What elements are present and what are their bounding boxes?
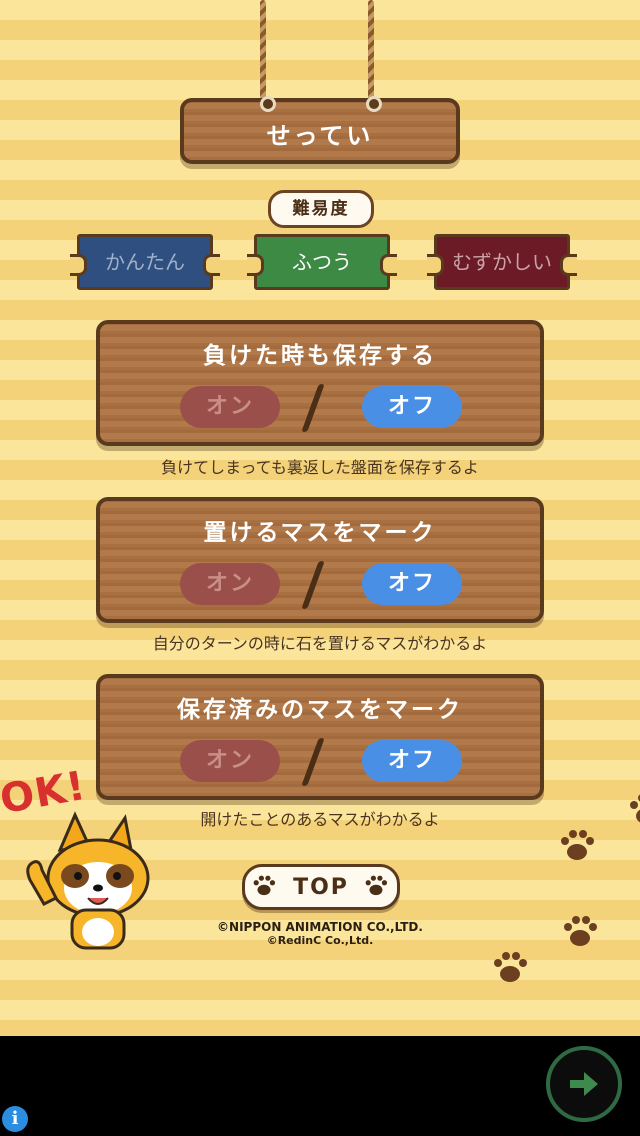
hanging-rope-left — [260, 0, 266, 100]
setting-panel-mark-saved: 保存済みのマスをマーク オン オフ — [96, 674, 544, 800]
on-button[interactable]: オン — [180, 386, 280, 428]
copyright-line-1: ©NIPPON ANIMATION CO.,LTD. — [217, 920, 423, 934]
paw-print-icon — [564, 916, 597, 946]
title-board: せってい — [180, 96, 460, 164]
raccoon-mascot-icon — [26, 811, 150, 950]
setting-title: 置けるマスをマーク — [203, 520, 437, 546]
divider-slash — [301, 738, 325, 786]
setting-panel-mark-placeable: 置けるマスをマーク オン オフ — [96, 497, 544, 623]
divider-slash — [301, 384, 325, 432]
on-button[interactable]: オン — [180, 563, 280, 605]
difficulty-easy-button[interactable]: かんたん — [70, 234, 220, 290]
paw-print-icon — [630, 794, 640, 823]
arrow-right-icon — [570, 1072, 598, 1096]
off-button[interactable]: オフ — [362, 386, 462, 428]
on-button[interactable]: オン — [180, 740, 280, 782]
difficulty-normal-button[interactable]: ふつう — [247, 234, 397, 290]
paw-right-icon — [365, 875, 388, 896]
info-icon[interactable]: i — [2, 1106, 28, 1132]
ring-right-icon — [366, 96, 382, 112]
copyright-line-2: ©RedinC Co.,Ltd. — [266, 934, 374, 947]
difficulty-hard-button[interactable]: むずかしい — [427, 234, 577, 290]
paw-print-icon — [494, 952, 527, 982]
setting-title: 保存済みのマスをマーク — [177, 697, 463, 723]
off-button[interactable]: オフ — [362, 563, 462, 605]
setting-description: 自分のターンの時に石を置けるマスがわかるよ — [152, 634, 488, 653]
hanging-rope-right — [368, 0, 374, 100]
next-arrow-button[interactable] — [546, 1046, 622, 1122]
ring-left-icon — [260, 96, 276, 112]
off-button[interactable]: オフ — [362, 740, 462, 782]
ad-banner[interactable] — [0, 1036, 640, 1136]
setting-title: 負けた時も保存する — [203, 343, 437, 369]
setting-panel-save-on-lose: 負けた時も保存する オン オフ — [96, 320, 544, 446]
difficulty-label: 難易度 — [268, 190, 374, 228]
divider-slash — [301, 561, 325, 609]
paw-print-icon — [561, 830, 594, 860]
setting-description: 負けてしまっても裏返した盤面を保存するよ — [161, 458, 479, 477]
top-button[interactable]: TOP — [242, 864, 400, 910]
page-title: せってい — [266, 122, 374, 150]
